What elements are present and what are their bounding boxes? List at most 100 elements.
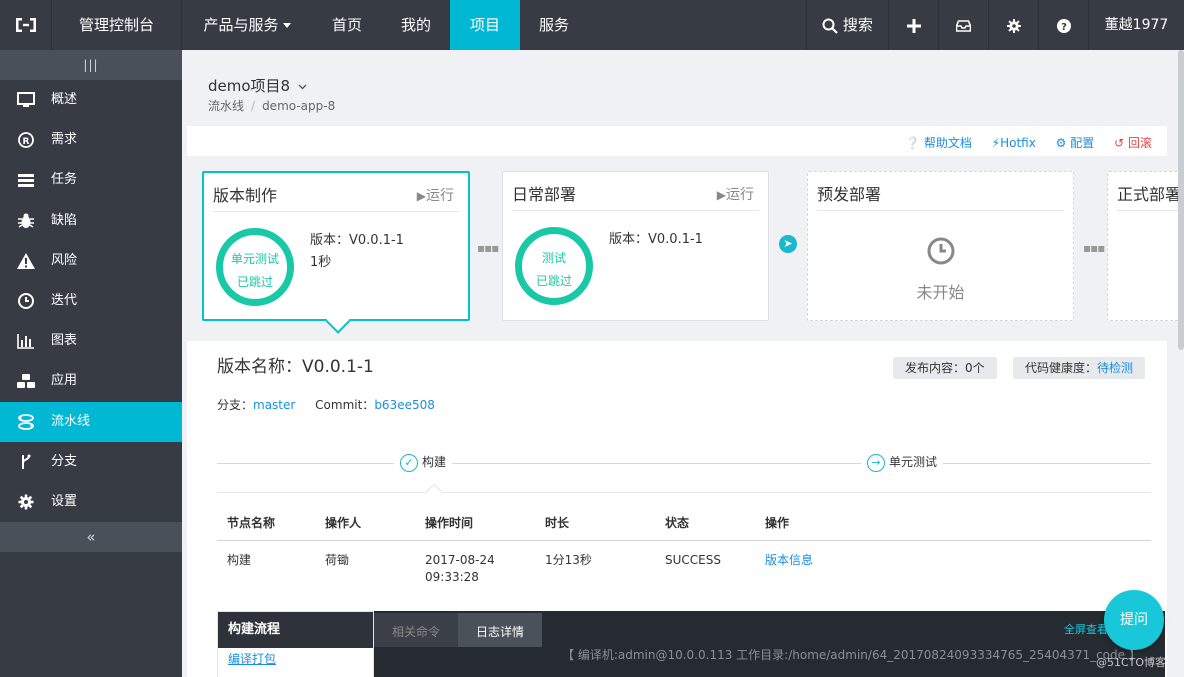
cell-operator: 荷锄: [325, 553, 350, 567]
step-unit-test[interactable]: → 单元测试: [861, 453, 944, 472]
run-button[interactable]: ▶运行: [717, 184, 754, 204]
inbox-button[interactable]: [938, 0, 988, 50]
gear-icon: [1006, 18, 1021, 33]
svg-text:?: ?: [1061, 22, 1067, 33]
help-docs-link[interactable]: ❔ 帮助文档: [905, 136, 972, 150]
nav-home[interactable]: 首页: [318, 0, 376, 50]
scrollbar[interactable]: [1178, 50, 1184, 350]
bolt-icon: ⚡: [991, 136, 1001, 150]
tool-links: ❔ 帮助文档 ⚡Hotfix ⚙ 配置 ↺ 回滚: [889, 134, 1152, 151]
steps-line: [217, 463, 1151, 464]
breadcrumb-separator: /: [251, 99, 256, 113]
stage-card-pre-deploy[interactable]: 预发部署 未开始: [807, 171, 1074, 321]
sidebar-item-defects[interactable]: 缺陷: [0, 201, 182, 241]
sidebar-item-label: 缺陷: [51, 212, 78, 228]
table-header-border: [217, 540, 1151, 541]
search-button[interactable]: 搜索: [806, 0, 888, 50]
stage-card-daily-deploy[interactable]: 日常部署 ▶运行 测试 已跳过 版本：V0.0.1-1: [502, 171, 769, 321]
build-flow-title: 构建流程: [218, 612, 373, 648]
not-started: 未开始: [808, 237, 1073, 303]
connector-dots: ▪▪▪: [477, 241, 499, 255]
gear-icon: ⚙: [1055, 136, 1067, 150]
logo-icon: [16, 18, 36, 32]
nav-service[interactable]: 服务: [525, 0, 583, 50]
branch-label: 分支：: [217, 398, 254, 412]
project-selector[interactable]: demo项目8: [208, 75, 307, 96]
branch-icon: [22, 454, 31, 469]
sidebar-item-requirements[interactable]: R 需求: [0, 120, 182, 160]
ask-button[interactable]: 提问: [1104, 590, 1164, 650]
sidebar-item-tasks[interactable]: 任务: [0, 160, 182, 200]
branch-link[interactable]: master: [253, 398, 295, 412]
rollback-link[interactable]: ↺ 回滚: [1114, 136, 1152, 150]
step-build[interactable]: ✓ 构建: [394, 453, 453, 472]
sidebar-item-risks[interactable]: 风险: [0, 241, 182, 281]
hotfix-link[interactable]: ⚡Hotfix: [992, 136, 1036, 150]
help-docs-label: 帮助文档: [923, 136, 972, 150]
cell-status: SUCCESS: [665, 553, 721, 567]
settings-button[interactable]: [988, 0, 1038, 50]
sidebar-item-branches[interactable]: 分支: [0, 442, 182, 482]
stage-card-prod-deploy[interactable]: 正式部署: [1107, 171, 1184, 321]
sidebar-item-overview[interactable]: 概述: [0, 80, 182, 120]
code-health-value[interactable]: 待检测: [1097, 361, 1133, 375]
stage-title: 日常部署: [512, 185, 577, 204]
chevron-right-icon[interactable]: ➤: [779, 235, 797, 253]
step-label: 构建: [422, 455, 447, 469]
run-label: 运行: [726, 187, 754, 203]
sidebar-item-iterations[interactable]: 迭代: [0, 281, 182, 321]
col-header-operator: 操作人: [325, 516, 362, 530]
user-menu[interactable]: 董越1977: [1088, 0, 1184, 50]
plus-icon: [906, 18, 921, 33]
build-panel: 构建流程 编译打包 相关命令 日志详情 全屏查看日志 【 编译机:admin@1…: [217, 611, 1165, 677]
build-flow-item[interactable]: 编译打包: [218, 648, 373, 670]
sidebar-item-apps[interactable]: 应用: [0, 361, 182, 401]
breadcrumb-pipeline[interactable]: 流水线: [208, 99, 244, 113]
not-started-label: 未开始: [916, 283, 965, 302]
tab-log-details[interactable]: 日志详情: [458, 613, 542, 647]
cell-node: 构建: [227, 553, 252, 567]
play-circle-icon: ▶: [716, 188, 726, 202]
status-ring[interactable]: 单元测试 已跳过: [216, 228, 294, 306]
logo[interactable]: [0, 0, 52, 50]
status-ring[interactable]: 测试 已跳过: [515, 227, 593, 305]
sidebar-item-pipeline[interactable]: 流水线: [0, 401, 182, 442]
publish-content-badge[interactable]: 发布内容：0个: [893, 357, 997, 379]
stage-card-build[interactable]: 版本制作 ▶运行 单元测试 已跳过 版本：V0.0.1-1 1秒: [202, 171, 470, 334]
bug-icon: [18, 213, 34, 228]
cell-time: 2017-08-24 09:33:28: [425, 552, 495, 586]
commit-link[interactable]: b63ee508: [374, 398, 435, 412]
run-button[interactable]: ▶运行: [417, 185, 454, 205]
cell-duration: 1分13秒: [545, 553, 592, 567]
project-header: demo项目8 流水线 / demo-app-8: [182, 50, 1184, 126]
pipeline-icon: [18, 413, 34, 430]
version-info-link[interactable]: 版本信息: [765, 552, 813, 569]
sidebar-item-charts[interactable]: 图表: [0, 321, 182, 361]
tab-commands[interactable]: 相关命令: [374, 613, 458, 647]
nav-products[interactable]: 产品与服务: [182, 0, 312, 50]
sidebar-collapse-button[interactable]: «: [0, 522, 182, 553]
clock-icon: [927, 237, 954, 265]
step-pointer: [425, 483, 443, 501]
add-button[interactable]: [888, 0, 938, 50]
col-header-time: 操作时间: [425, 516, 474, 530]
help-button[interactable]: ?: [1038, 0, 1088, 50]
list-icon: [18, 174, 34, 188]
ring-bottom-label: 已跳过: [236, 275, 273, 289]
sidebar-item-settings[interactable]: 设置: [0, 482, 182, 522]
search-icon: [822, 18, 838, 34]
sidebar-toggle[interactable]: |||: [0, 50, 182, 80]
search-label: 搜索: [842, 16, 873, 34]
code-health-badge[interactable]: 代码健康度：待检测: [1013, 357, 1146, 379]
console-link[interactable]: 管理控制台: [52, 0, 182, 50]
active-pointer: [325, 308, 351, 334]
registered-icon: R: [18, 132, 34, 149]
config-link[interactable]: ⚙ 配置: [1056, 136, 1095, 150]
col-header-duration: 时长: [545, 516, 570, 530]
stage-title: 预发部署: [817, 185, 882, 204]
pipeline-panel: ❔ 帮助文档 ⚡Hotfix ⚙ 配置 ↺ 回滚 版本制作 ▶运行 单元测试 已…: [187, 126, 1184, 677]
connector-dots: ▪▪▪: [1083, 241, 1105, 255]
ring-top-label: 测试: [541, 251, 566, 265]
nav-project[interactable]: 项目: [450, 0, 520, 50]
nav-mine[interactable]: 我的: [387, 0, 445, 50]
